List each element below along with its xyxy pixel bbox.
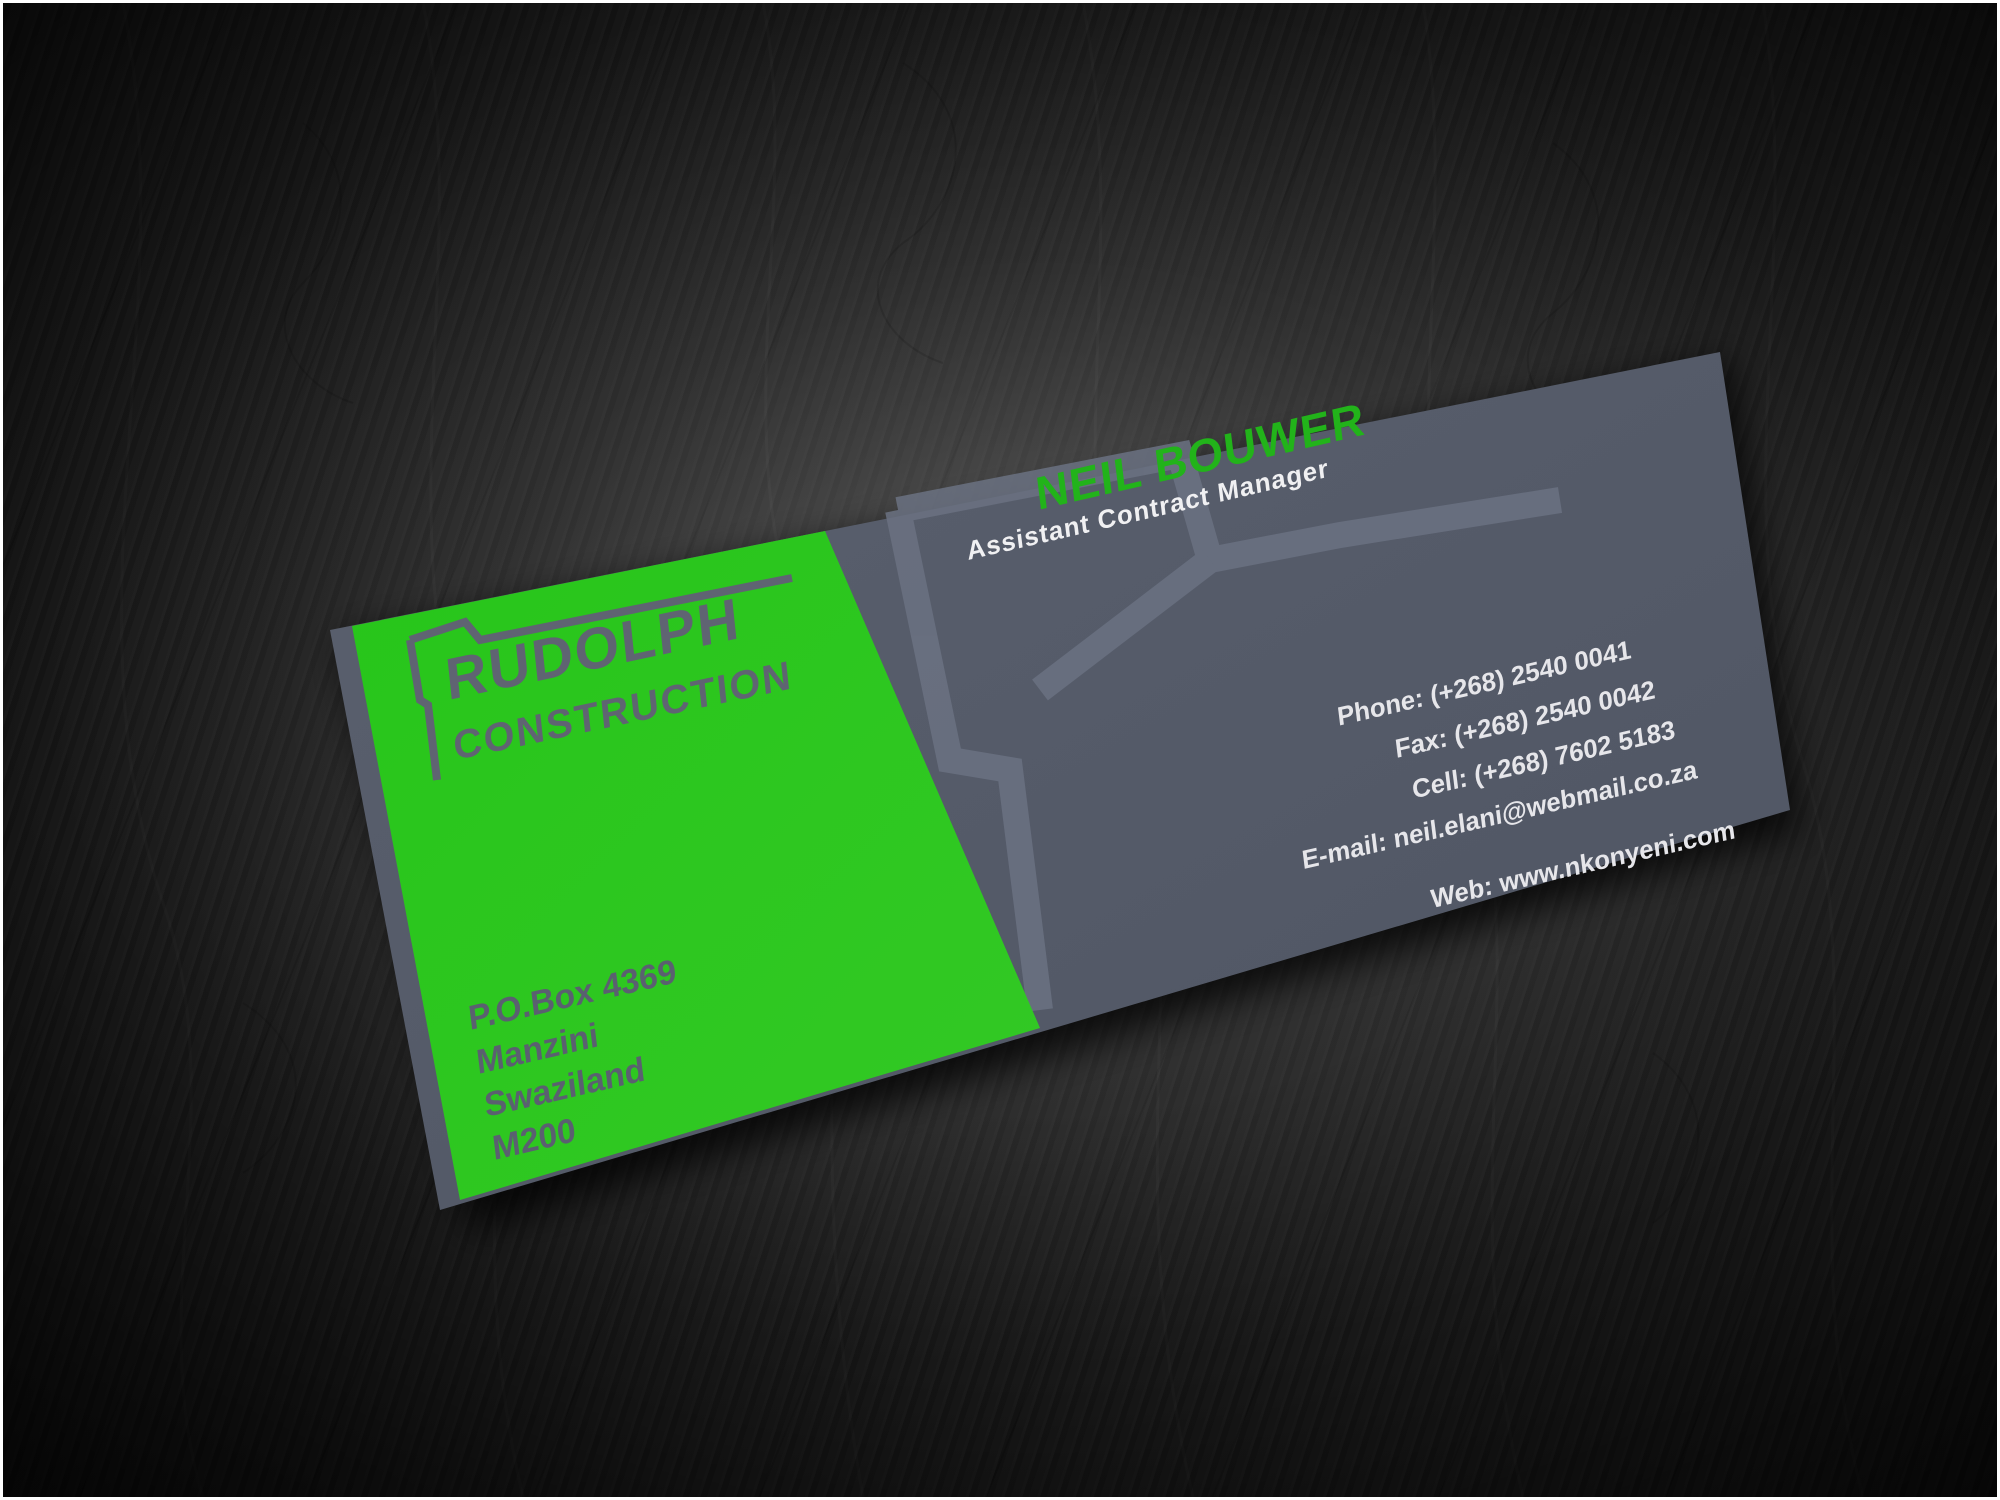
business-card: RUDOLPH CONSTRUCTION P.O.Box 4369 Manzin… (330, 352, 1800, 1230)
